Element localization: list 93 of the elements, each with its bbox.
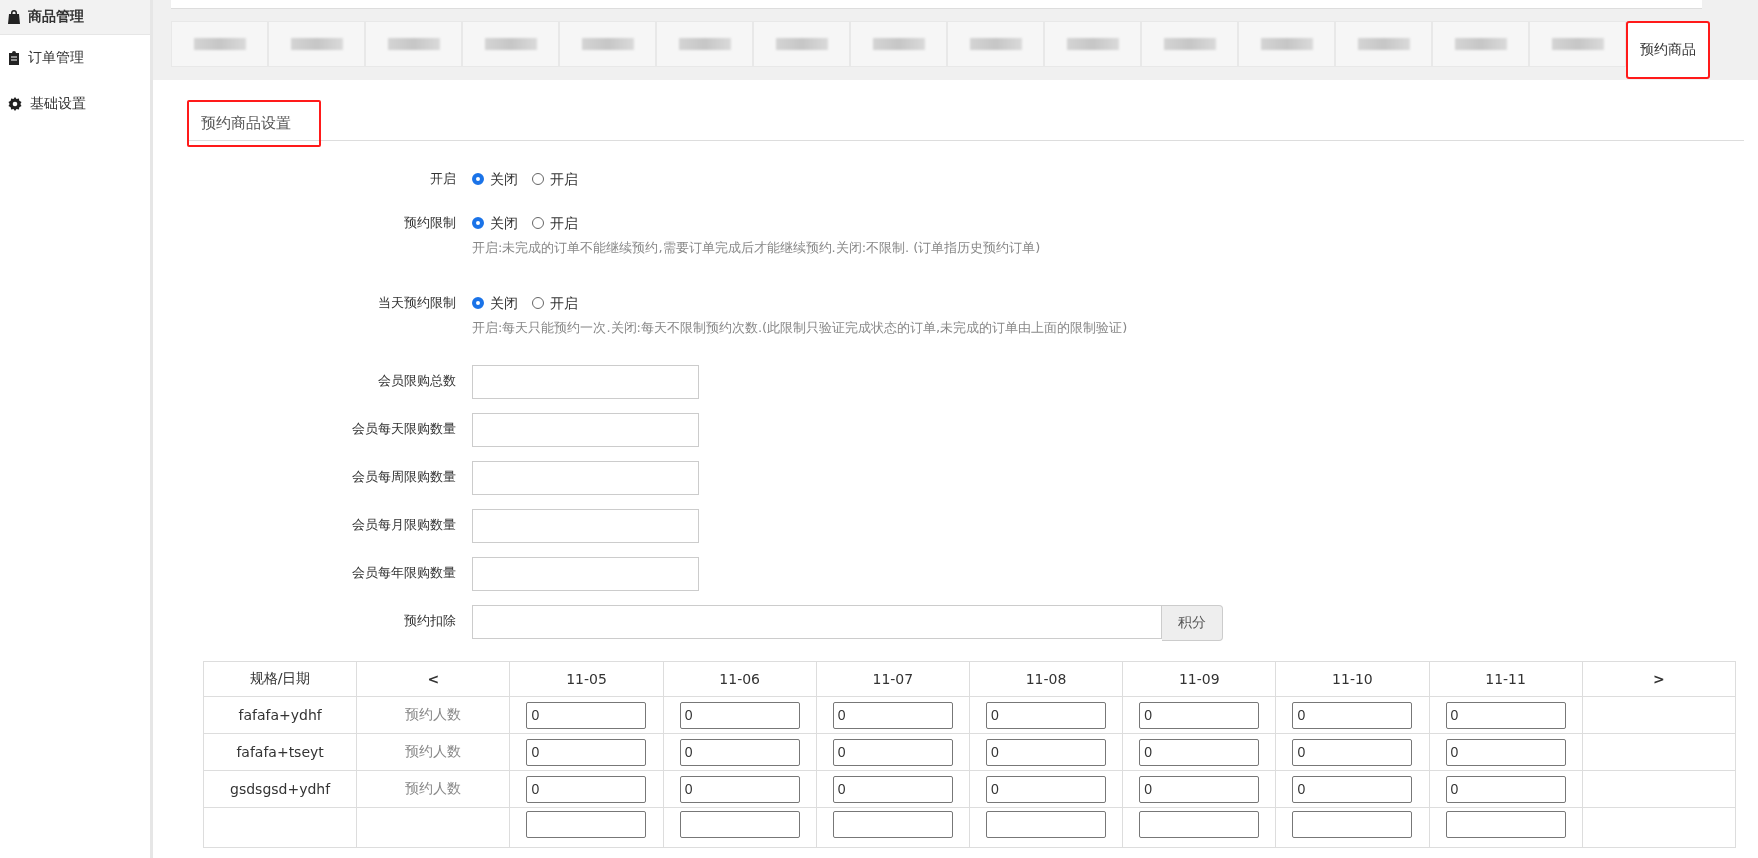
blurred-tab[interactable] [268,21,365,67]
sidebar-item[interactable]: 商品管理 [0,0,150,35]
input-addon: 积分 [1162,605,1223,641]
input-field[interactable] [472,365,699,399]
settings-icon [8,97,22,111]
table-cell: gsdsgsd+ydhf [203,770,357,808]
number-field[interactable] [1445,811,1566,838]
blurred-tab[interactable] [850,21,947,67]
number-field[interactable]: 0 [679,701,800,729]
blurred-tab[interactable] [1432,21,1529,67]
number-field[interactable] [1139,811,1260,838]
field-label: 会员每年限购数量 [351,564,457,582]
number-field[interactable]: 0 [1139,775,1260,803]
table-cell: fafafa+ydhf [203,696,357,734]
number-field[interactable] [679,811,800,838]
blurred-tab[interactable] [365,21,462,67]
number-field[interactable]: 0 [679,775,800,803]
field-label: 会员每天限购数量 [351,420,457,438]
column-header: 11-08 [969,661,1123,697]
blurred-tab[interactable] [462,21,559,67]
radio-icon[interactable] [472,297,484,309]
blurred-tab[interactable] [1238,21,1335,67]
number-field[interactable]: 0 [1292,775,1413,803]
number-field[interactable]: 0 [1292,738,1413,766]
number-field[interactable]: 0 [526,775,647,803]
field-label: 会员限购总数 [377,372,457,390]
radio-option[interactable]: 关闭 [472,169,518,189]
number-field[interactable]: 0 [832,775,953,803]
blurred-tab[interactable] [753,21,850,67]
column-header: 11-09 [1122,661,1276,697]
tab[interactable]: 预约商品 [1626,21,1710,79]
number-field[interactable] [832,811,953,838]
blurred-tab[interactable] [559,21,656,67]
number-field[interactable] [526,811,647,838]
blurred-tab[interactable] [656,21,753,67]
column-header: 规格/日期 [203,661,357,697]
number-field[interactable]: 0 [986,775,1107,803]
number-field[interactable]: 0 [832,738,953,766]
panel-title: 预约商品设置 [187,100,321,147]
radio-option[interactable]: 开启 [532,169,578,189]
input-field[interactable] [472,509,699,543]
number-field[interactable]: 0 [986,738,1107,766]
field-label: 当天预约限制 [377,294,457,312]
input-field[interactable] [472,605,1162,639]
field-label: 预约限制 [403,214,457,232]
blurred-tab[interactable] [1044,21,1141,67]
input-field[interactable] [472,413,699,447]
radio-option[interactable]: 关闭 [472,213,518,233]
radio-option[interactable]: 关闭 [472,293,518,313]
radio-icon[interactable] [472,173,484,185]
column-header: 11-06 [663,661,817,697]
blurred-tab[interactable] [1335,21,1432,67]
help-text: 开启:未完成的订单不能继续预约,需要订单完成后才能继续预约.关闭:不限制. (订单指历史预约订单) [472,239,1041,257]
clipboard-icon [8,51,20,65]
number-field[interactable]: 0 [1139,701,1260,729]
column-header: 11-05 [509,661,664,697]
table-cell: 预约人数 [356,696,510,734]
shopping-bag-icon [8,10,20,24]
radio-icon[interactable] [532,217,544,229]
number-field[interactable]: 0 [526,738,647,766]
field-label: 预约扣除 [403,612,457,630]
number-field[interactable]: 0 [1292,701,1413,729]
column-header: 11-07 [816,661,970,697]
blurred-tab[interactable] [1529,21,1626,67]
input-field[interactable] [472,461,699,495]
help-text: 开启:每天只能预约一次.关闭:每天不限制预约次数.(此限制只验证完成状态的订单,未完成的订单由上面的限制验证) [472,319,1128,337]
number-field[interactable]: 0 [1445,738,1566,766]
table-cell: 预约人数 [356,733,510,771]
blurred-tab[interactable] [1141,21,1238,67]
field-label: 开启 [429,170,457,188]
table-cell: 预约人数 [356,770,510,808]
radio-icon[interactable] [532,173,544,185]
radio-icon[interactable] [472,217,484,229]
number-field[interactable] [1292,811,1413,838]
number-field[interactable]: 0 [1445,775,1566,803]
number-field[interactable]: 0 [1445,701,1566,729]
column-header: 11-11 [1429,661,1583,697]
blurred-tab[interactable] [947,21,1044,67]
field-label: 会员每周限购数量 [351,468,457,486]
number-field[interactable] [986,811,1107,838]
radio-option[interactable]: 开启 [532,293,578,313]
input-field[interactable] [472,557,699,591]
radio-option[interactable]: 开启 [532,213,578,233]
field-label: 会员每月限购数量 [351,516,457,534]
radio-icon[interactable] [532,297,544,309]
table-cell: fafafa+tseyt [203,733,357,771]
column-header: 11-10 [1275,661,1429,697]
number-field[interactable]: 0 [526,701,647,729]
number-field[interactable]: 0 [1139,738,1260,766]
number-field[interactable]: 0 [832,701,953,729]
blurred-tab[interactable] [171,21,268,67]
number-field[interactable]: 0 [679,738,800,766]
number-field[interactable]: 0 [986,701,1107,729]
